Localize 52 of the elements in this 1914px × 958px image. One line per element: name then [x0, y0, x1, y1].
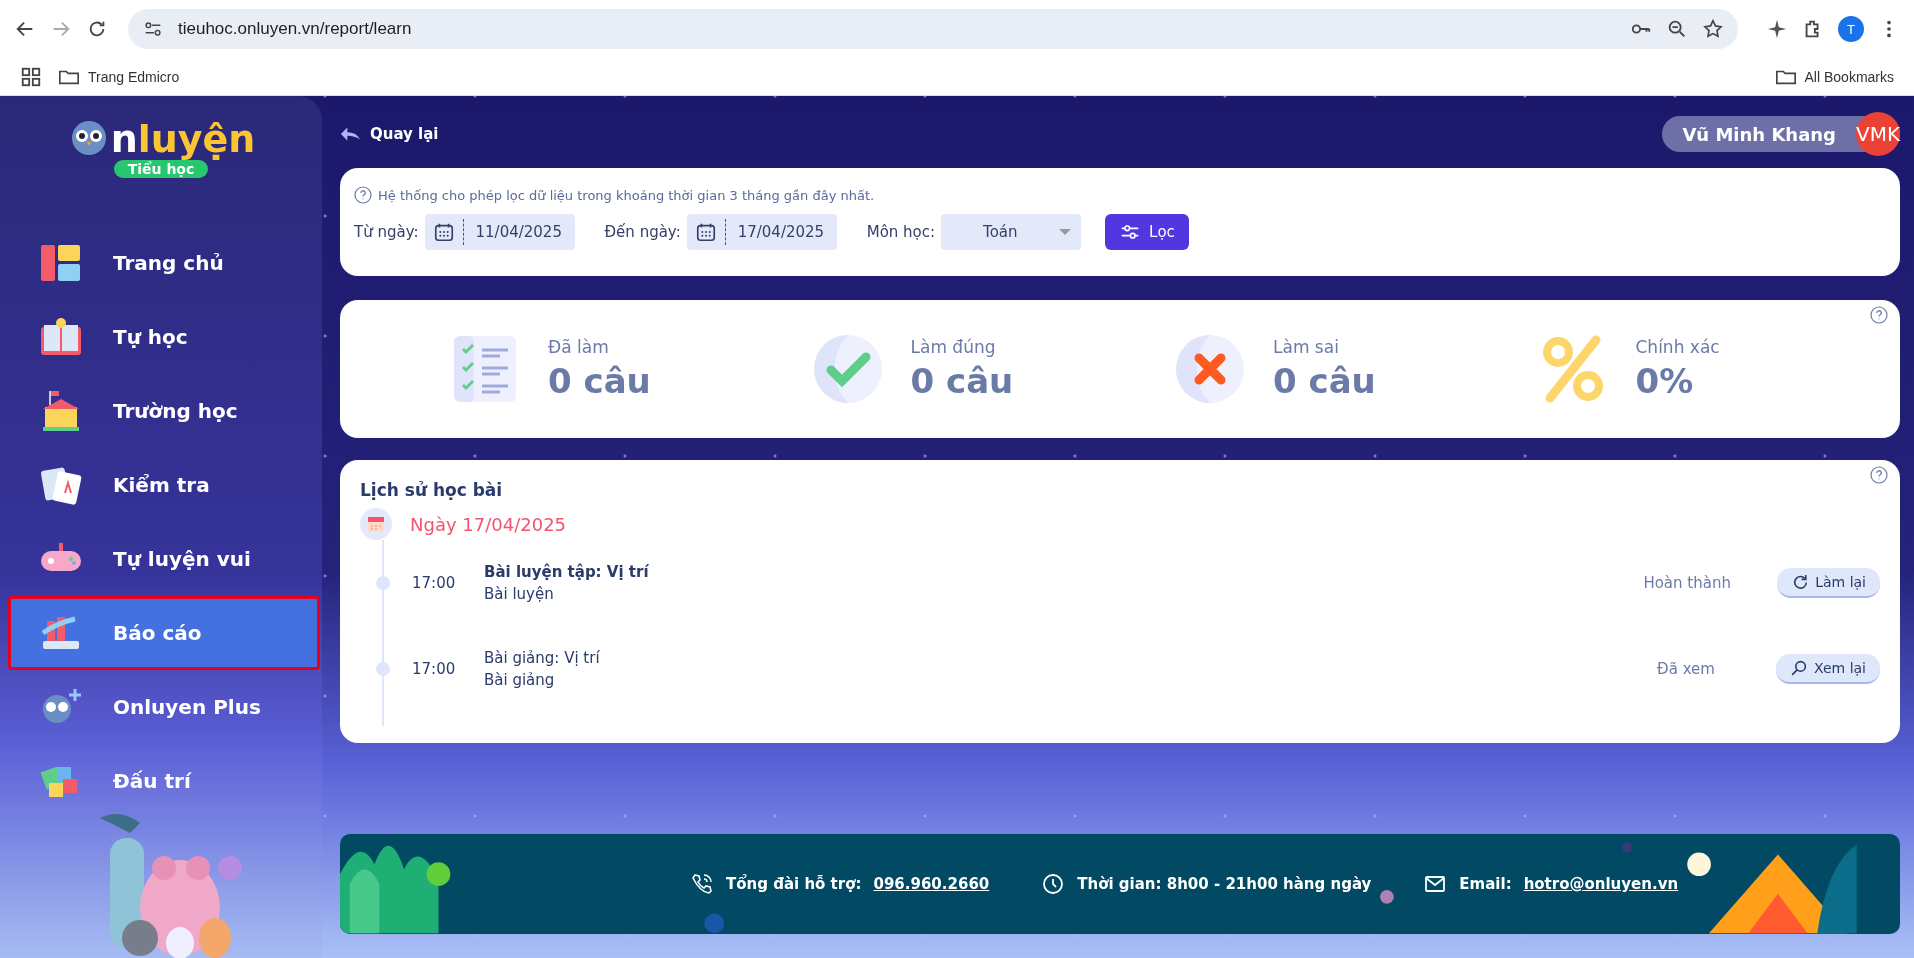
entry-title: Bài giảng: Vị trí	[484, 649, 601, 667]
section-title: Lịch sử học bài	[360, 480, 504, 500]
stat-value: 0 câu	[910, 361, 1014, 401]
field-label: Từ ngày:	[354, 223, 419, 241]
logo-text: n	[110, 120, 138, 158]
level-badge: Tiểu học	[113, 160, 209, 178]
bookmark-link[interactable]: All Bookmarks	[1804, 68, 1894, 85]
logo-text: luyện	[137, 120, 256, 158]
address-bar[interactable]: tieuhoc.onluyen.vn/report/learn	[128, 9, 1738, 49]
user-name: Vũ Minh Khang	[1681, 123, 1837, 145]
footer-label: Thời gian: 8h00 - 21h00 hàng ngày	[1077, 875, 1372, 893]
bookmark-link[interactable]: Trang Edmicro	[88, 68, 180, 85]
history-date: Ngày 17/04/2025	[410, 513, 567, 535]
sidebar-item[interactable]: Kiểm tra	[8, 448, 320, 522]
stat-value: 0%	[1635, 361, 1695, 401]
entry-status: Hoàn thành	[1642, 574, 1732, 592]
back-link[interactable]: Quay lại	[340, 123, 439, 145]
profile-avatar[interactable]: T	[1838, 16, 1864, 42]
sidebar-item[interactable]: Trang chủ	[8, 226, 320, 300]
entry-title: Bài luyện tập: Vị trí	[484, 563, 650, 581]
filter-note: Hệ thống cho phép lọc dữ liệu trong khoảng thời gian 3 tháng gần đây nhất.	[378, 187, 875, 203]
review-button[interactable]: Xem lại	[1775, 654, 1880, 684]
entry-time: 17:00	[411, 574, 457, 592]
footer-label: Tổng đài hỗ trợ:	[726, 875, 862, 893]
sidebar-item[interactable]: Trường học	[8, 374, 320, 448]
stat-label: Chính xác	[1635, 337, 1720, 357]
footer-link[interactable]: hotro@onluyen.vn	[1523, 875, 1679, 893]
stat-label: Làm đúng	[910, 337, 997, 357]
field-label: Môn học:	[866, 223, 936, 241]
sidebar-item[interactable]: Onluyen Plus	[8, 670, 320, 744]
sidebar-item[interactable]: Tự luyện vui	[8, 522, 320, 596]
sidebar-item[interactable]: Tự học	[8, 300, 320, 374]
url-text: tieuhoc.onluyen.vn/report/learn	[178, 19, 413, 39]
sidebar-item[interactable]: Báo cáo	[8, 596, 320, 670]
stat-value: 0 câu	[548, 361, 651, 401]
filter-button[interactable]: Lọc	[1105, 214, 1189, 250]
entry-type: Bài luyện	[484, 585, 555, 603]
redo-button[interactable]: Làm lại	[1777, 568, 1880, 598]
date-field[interactable]: 11/04/2025	[424, 214, 575, 250]
entry-status: Đã xem	[1656, 660, 1716, 678]
user-avatar: VMK	[1856, 112, 1900, 156]
footer-link[interactable]: 096.960.2660	[873, 875, 990, 893]
footer-label: Email:	[1459, 875, 1512, 893]
entry-type: Bài giảng	[484, 671, 556, 689]
sidebar-item[interactable]: Đấu trí	[8, 744, 320, 818]
stat-label: Làm sai	[1273, 337, 1340, 357]
stat-value: 0 câu	[1273, 361, 1376, 401]
subject-dropdown[interactable]: Toán	[941, 214, 1082, 250]
entry-time: 17:00	[411, 660, 457, 678]
date-field[interactable]: 17/04/2025	[686, 214, 837, 250]
stat-label: Đã làm	[548, 337, 610, 357]
field-label: Đến ngày:	[604, 223, 681, 241]
